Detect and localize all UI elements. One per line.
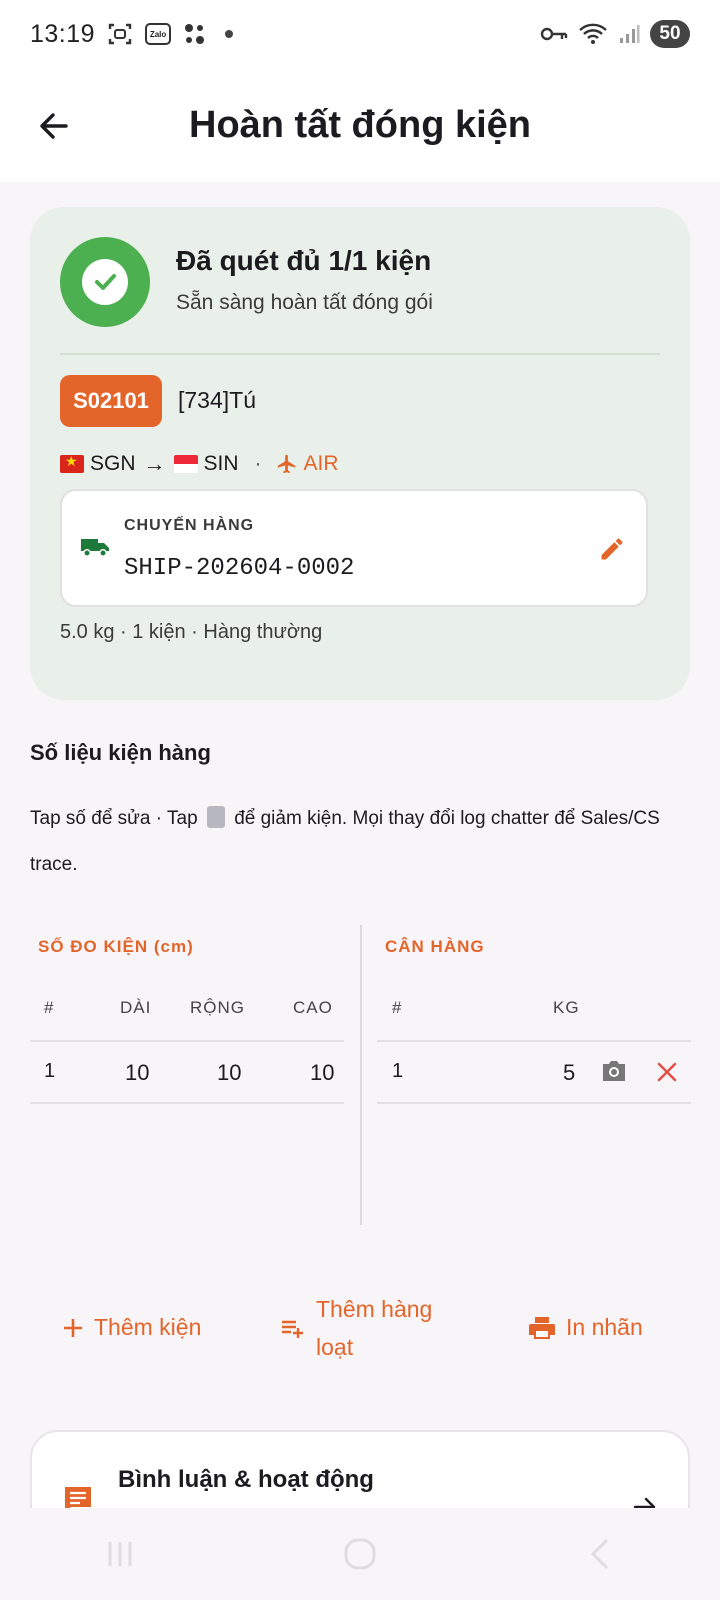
weight-header-kg: KG	[553, 998, 580, 1017]
scan-status-subtitle: Sẵn sàng hoàn tất đóng gói	[176, 291, 433, 314]
screenshot-icon	[107, 21, 133, 47]
singapore-flag-icon	[173, 455, 198, 473]
weight-row-index: 1	[392, 1060, 404, 1082]
key-icon	[540, 24, 568, 44]
dot-icon	[225, 30, 234, 38]
dim-width-value[interactable]: 10	[217, 1060, 241, 1086]
scan-status-title: Đã quét đủ 1/1 kiện	[176, 245, 432, 276]
route-origin: SGN	[90, 452, 136, 475]
add-package-label: Thêm kiện	[94, 1314, 202, 1340]
recent-apps-icon	[108, 1542, 132, 1566]
route-destination: SIN	[203, 452, 239, 475]
home-icon	[344, 1538, 376, 1570]
dim-header-divider	[30, 1040, 344, 1042]
order-code-badge: S02101	[60, 375, 162, 427]
dim-height-value[interactable]: 10	[310, 1060, 334, 1086]
card-divider	[60, 353, 660, 355]
battery-indicator: 50	[650, 20, 690, 48]
playlist-add-icon	[282, 1320, 303, 1338]
weights-panel-title: CÂN HÀNG	[385, 937, 485, 956]
weight-kg-value[interactable]: 5	[563, 1060, 575, 1086]
trash-icon	[206, 806, 225, 828]
plus-icon	[64, 1318, 82, 1337]
dim-header-length: DÀI	[120, 998, 152, 1017]
zalo-icon: Zalo	[145, 23, 172, 45]
dim-length-value[interactable]: 10	[125, 1060, 149, 1086]
print-label-text: In nhãn	[566, 1314, 643, 1340]
dimensions-panel-title: SỐ ĐO KIỆN (cm)	[38, 937, 194, 956]
edit-pencil-icon[interactable]	[598, 535, 626, 563]
measurements-title: Số liệu kiện hàng	[30, 740, 211, 765]
shipment-selector[interactable]: CHUYẾN HÀNG SHIP-202604-0002	[60, 489, 648, 607]
dim-header-height: CAO	[293, 998, 333, 1017]
airplane-icon	[277, 454, 295, 474]
action-row: Thêm kiện Thêm hàng loạt In nhãn	[0, 1296, 720, 1404]
add-bulk-label-line1: Thêm hàng	[316, 1296, 433, 1322]
panel-divider	[360, 925, 362, 1225]
add-package-button[interactable]: Thêm kiện	[62, 1314, 201, 1341]
weight-header-index: #	[392, 998, 403, 1017]
route-separator: ·	[254, 452, 262, 475]
route-arrow: →	[143, 451, 166, 476]
transport-mode: AIR	[276, 452, 339, 476]
add-bulk-label-line2: loạt	[316, 1334, 354, 1360]
vietnam-flag-icon	[60, 455, 84, 473]
print-label-button[interactable]: In nhãn	[528, 1314, 643, 1341]
add-bulk-label: Thêm hàng loạt	[316, 1290, 432, 1366]
route-info: SGN → SIN · AIR	[60, 451, 339, 477]
chevron-left-icon	[590, 1538, 609, 1570]
system-nav-bar	[0, 1508, 720, 1600]
remove-x-icon[interactable]	[656, 1061, 678, 1083]
recent-apps-button[interactable]	[90, 1529, 150, 1579]
customer-name: [734]Tú	[178, 387, 256, 413]
dim-header-width: RỘNG	[190, 998, 245, 1017]
package-meta: 5.0 kg · 1 kiện · Hàng thường	[60, 621, 323, 643]
measurements-help: Tap số để sửa · Tap để giảm kiện. Mọi th…	[30, 796, 694, 888]
dim-row-index: 1	[44, 1060, 56, 1082]
shipment-value: SHIP-202604-0002	[124, 555, 355, 582]
dim-row-divider	[30, 1102, 344, 1104]
truck-icon	[81, 539, 109, 557]
transport-mode-label: AIR	[303, 452, 339, 475]
weight-header-divider	[377, 1040, 691, 1042]
success-check-icon	[60, 237, 150, 327]
home-button[interactable]	[330, 1529, 390, 1579]
status-time: 13:19	[30, 19, 96, 48]
summary-card: Đã quét đủ 1/1 kiện Sẵn sàng hoàn tất đó…	[30, 207, 690, 700]
comments-title: Bình luận & hoạt động	[118, 1466, 374, 1493]
camera-icon[interactable]	[600, 1058, 628, 1084]
app-bar: Hoàn tất đóng kiện	[0, 68, 720, 182]
status-bar: 13:19 Zalo 50	[0, 0, 720, 68]
dim-header-index: #	[44, 998, 55, 1017]
back-button[interactable]	[30, 102, 78, 150]
wifi-icon	[578, 22, 608, 46]
help-text-before: Tap số để sửa · Tap	[30, 808, 198, 829]
arrow-left-icon	[40, 113, 68, 139]
apps-icon	[183, 22, 207, 46]
printer-icon	[529, 1316, 555, 1339]
shipment-label: CHUYẾN HÀNG	[124, 517, 255, 534]
weight-row-divider	[377, 1102, 691, 1104]
page-title: Hoàn tất đóng kiện	[189, 103, 531, 146]
nav-back-button[interactable]	[570, 1529, 630, 1579]
signal-icon	[618, 23, 640, 45]
add-bulk-button[interactable]: Thêm hàng loạt	[280, 1290, 432, 1366]
